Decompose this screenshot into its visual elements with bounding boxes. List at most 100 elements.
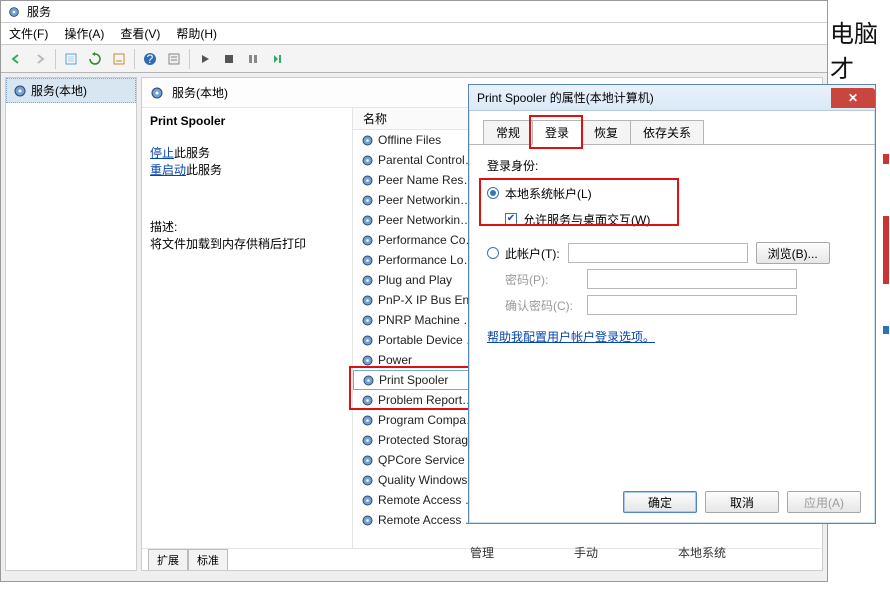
dialog-tabs: 常规 登录 恢复 依存关系 (469, 121, 875, 145)
pause-button[interactable] (242, 48, 264, 70)
help-link[interactable]: 帮助我配置用户帐户登录选项。 (487, 330, 655, 344)
home-button[interactable] (60, 48, 82, 70)
service-name: Parental Control… (378, 153, 477, 167)
gear-icon (361, 514, 374, 527)
service-name: Performance Co… (378, 233, 477, 247)
gear-icon (361, 474, 374, 487)
radio-this-label: 此帐户(T): (505, 245, 560, 262)
ok-button[interactable]: 确定 (623, 491, 697, 513)
gear-icon (361, 134, 374, 147)
gear-icon (361, 294, 374, 307)
gear-icon (361, 194, 374, 207)
svg-text:?: ? (147, 52, 154, 66)
service-name: Peer Networkin… (378, 213, 472, 227)
password-label: 密码(P): (487, 271, 587, 288)
menu-help[interactable]: 帮助(H) (176, 25, 217, 42)
service-name: Protected Storag… (378, 433, 480, 447)
menu-file[interactable]: 文件(F) (9, 25, 48, 42)
dialog-title-bar: Print Spooler 的属性(本地计算机) ✕ (469, 85, 875, 111)
stop-link[interactable]: 停止 (150, 146, 174, 160)
service-name: Remote Access … (378, 513, 477, 527)
service-name: Remote Access … (378, 493, 477, 507)
stop-button[interactable] (218, 48, 240, 70)
tree-root-item[interactable]: 服务(本地) (6, 78, 136, 103)
service-name: Plug and Play (378, 273, 452, 287)
decor-stripe (883, 326, 889, 334)
forward-button[interactable] (29, 48, 51, 70)
tab-recovery[interactable]: 恢复 (581, 120, 631, 145)
export-button[interactable] (108, 48, 130, 70)
gear-icon (361, 274, 374, 287)
gear-icon (361, 434, 374, 447)
service-name: Power (378, 353, 412, 367)
footer-col-local: 本地系统 (678, 544, 726, 564)
radio-this-account[interactable] (487, 247, 499, 259)
cancel-button[interactable]: 取消 (705, 491, 779, 513)
desc-text: 将文件加载到内存供稍后打印 (150, 235, 346, 252)
gear-icon (361, 494, 374, 507)
gear-icon (361, 214, 374, 227)
gear-icon (361, 454, 374, 467)
service-name: Offline Files (378, 133, 441, 147)
close-button[interactable]: ✕ (831, 88, 875, 108)
service-name: Peer Networkin… (378, 193, 472, 207)
decor-stripe (883, 216, 889, 284)
detail-panel: Print Spooler 停止此服务 重启动此服务 描述: 将文件加载到内存供… (142, 108, 352, 548)
help-button[interactable]: ? (139, 48, 161, 70)
restart-suffix: 此服务 (186, 163, 222, 177)
restart-link[interactable]: 重启动 (150, 163, 186, 177)
service-name: PnP-X IP Bus En… (378, 293, 481, 307)
gear-icon (361, 234, 374, 247)
desc-label: 描述: (150, 218, 346, 235)
window-title: 服务 (27, 3, 51, 20)
menu-bar: 文件(F) 操作(A) 查看(V) 帮助(H) (1, 23, 827, 45)
tab-deps[interactable]: 依存关系 (630, 120, 704, 145)
service-name: Program Compa… (378, 413, 478, 427)
title-bar: 服务 (1, 1, 827, 23)
highlight-box (529, 115, 583, 149)
password-input[interactable] (587, 269, 797, 289)
tab-logon[interactable]: 登录 (532, 120, 582, 145)
gear-icon (7, 5, 21, 19)
confirm-password-input[interactable] (587, 295, 797, 315)
tree-root-label: 服务(本地) (31, 82, 87, 99)
properties-dialog: Print Spooler 的属性(本地计算机) ✕ 常规 登录 恢复 依存关系… (468, 84, 876, 524)
back-button[interactable] (5, 48, 27, 70)
gear-icon (13, 84, 27, 98)
gear-icon (361, 314, 374, 327)
confirm-password-label: 确认密码(C): (487, 297, 587, 314)
apply-button[interactable]: 应用(A) (787, 491, 861, 513)
gear-icon (361, 354, 374, 367)
highlight-box (349, 366, 479, 410)
highlight-box (479, 178, 679, 226)
service-name: QPCore Service … (378, 453, 480, 467)
logon-as-label: 登录身份: (487, 157, 857, 174)
gear-icon (361, 154, 374, 167)
browse-button[interactable]: 浏览(B)... (756, 242, 830, 264)
footer-col-manage: 管理 (470, 544, 494, 564)
play-button[interactable] (194, 48, 216, 70)
selected-service-name: Print Spooler (150, 114, 346, 128)
menu-view[interactable]: 查看(V) (120, 25, 160, 42)
gear-icon (150, 86, 164, 100)
dialog-title: Print Spooler 的属性(本地计算机) (477, 89, 654, 106)
service-name: Quality Windows… (378, 473, 479, 487)
service-name: Portable Device … (378, 333, 478, 347)
gear-icon (361, 334, 374, 347)
refresh-button[interactable] (84, 48, 106, 70)
gear-icon (361, 174, 374, 187)
account-input[interactable] (568, 243, 748, 263)
service-name: Peer Name Res… (378, 173, 475, 187)
footer-col-manual: 手动 (574, 544, 598, 564)
page-side-text: 电脑才 (830, 14, 890, 84)
toolbar: ? (1, 45, 827, 73)
gear-icon (361, 254, 374, 267)
close-icon: ✕ (848, 91, 858, 105)
decor-stripe (883, 154, 889, 164)
list-heading: 服务(本地) (172, 84, 228, 101)
restart-button[interactable] (266, 48, 288, 70)
menu-action[interactable]: 操作(A) (64, 25, 104, 42)
props-button[interactable] (163, 48, 185, 70)
tab-general[interactable]: 常规 (483, 120, 533, 145)
tree-pane: 服务(本地) (5, 77, 137, 571)
